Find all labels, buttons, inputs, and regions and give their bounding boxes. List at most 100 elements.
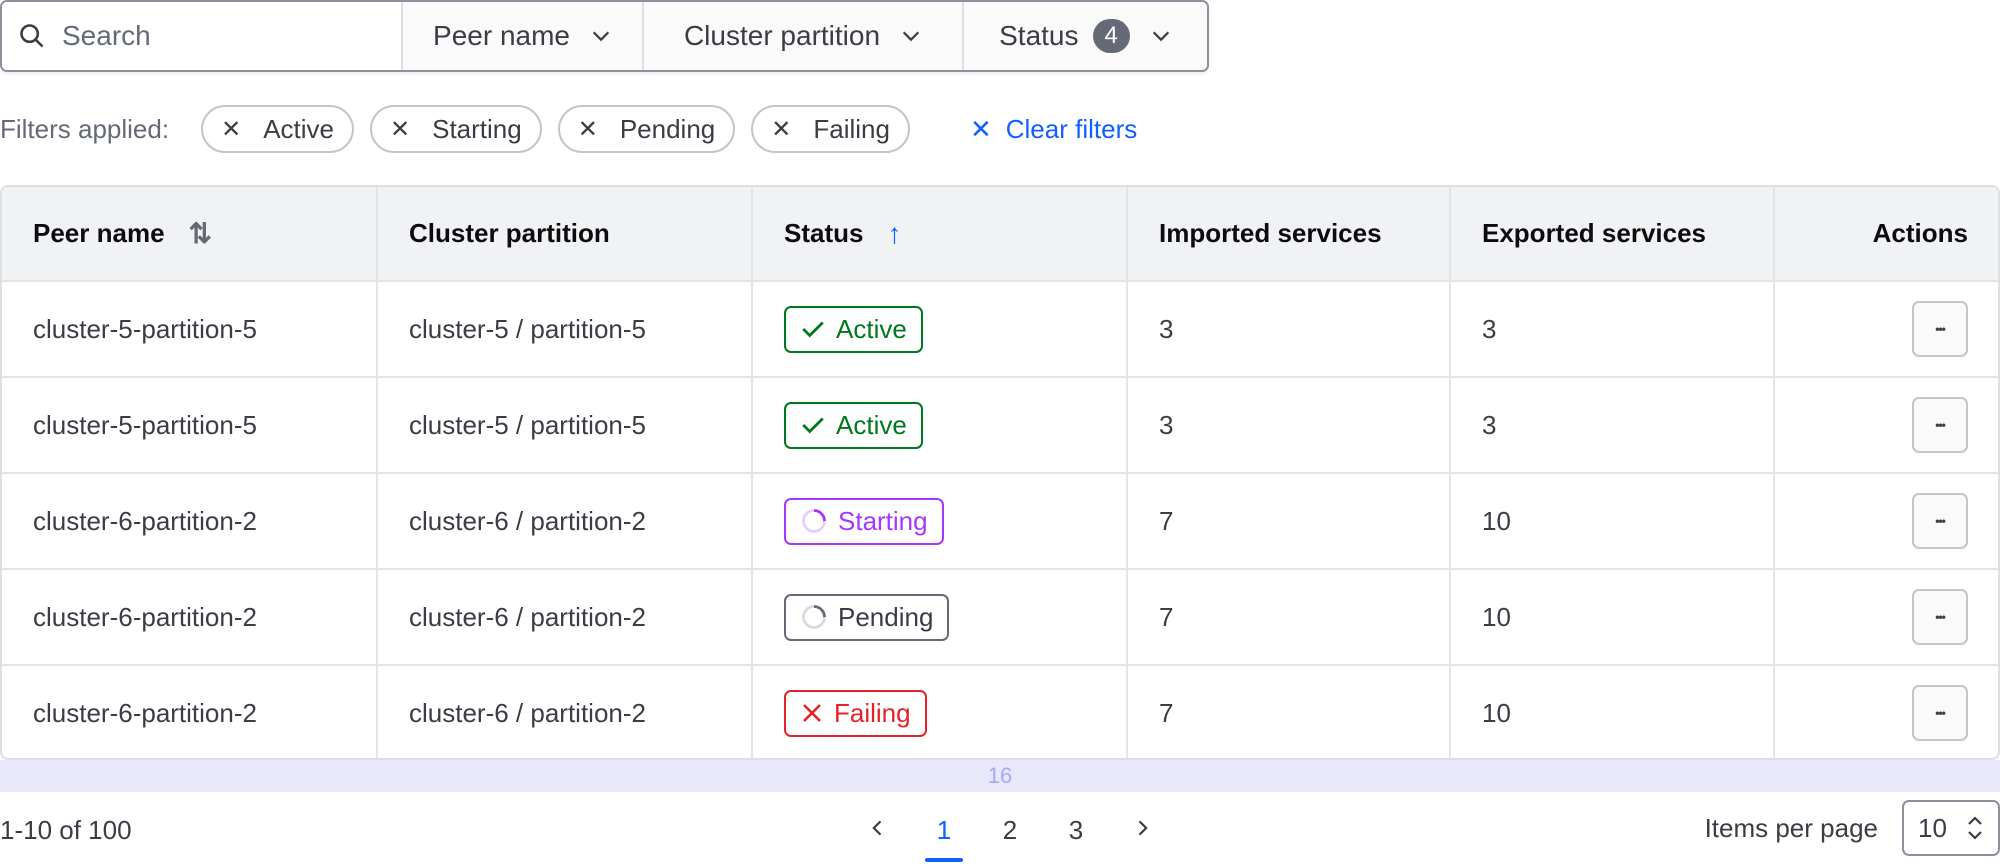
more-icon: ••• <box>1935 610 1946 624</box>
search-input[interactable] <box>62 20 362 52</box>
cell-cluster-partition: cluster-6 / partition-2 <box>378 474 753 568</box>
items-per-page-label: Items per page <box>1704 812 1878 843</box>
cell-imported-services: 7 <box>1128 474 1451 568</box>
filters-applied-label: Filters applied: <box>0 113 170 144</box>
more-actions-button[interactable]: ••• <box>1912 493 1968 549</box>
peer-name-filter-label: Peer name <box>433 20 570 51</box>
table-row: cluster-6-partition-2 cluster-6 / partit… <box>2 664 1998 758</box>
next-page-button[interactable] <box>1109 815 1175 846</box>
previous-page-button[interactable] <box>845 815 911 846</box>
sort-icon[interactable]: ⇅ <box>189 217 212 250</box>
x-icon <box>800 701 824 725</box>
applied-filters: Filters applied: ✕ Active ✕ Starting ✕ Pendin… <box>0 105 1137 153</box>
table-row: cluster-5-partition-5 cluster-5 / partit… <box>2 376 1998 472</box>
cluster-partition-filter-button[interactable]: Cluster partition <box>642 2 962 70</box>
filter-chip-active[interactable]: ✕ Active <box>201 105 354 153</box>
header-imported-services: Imported services <box>1128 187 1451 280</box>
clear-filters-button[interactable]: ✕ Clear filters <box>970 114 1137 145</box>
cell-exported-services: 10 <box>1451 666 1775 758</box>
peers-table: Peer name ⇅ Cluster partition Status ↑ Imp… <box>0 185 2000 760</box>
pagination: 1-10 of 100 123 Items per page 10 <box>0 800 2000 862</box>
header-label: Peer name <box>33 218 165 248</box>
cell-cluster-partition: cluster-5 / partition-5 <box>378 378 753 472</box>
overlay-band: 16 <box>0 760 2000 792</box>
more-actions-button[interactable]: ••• <box>1912 589 1968 645</box>
status-label: Active <box>836 313 907 344</box>
header-peer-name[interactable]: Peer name ⇅ <box>2 187 378 280</box>
cell-imported-services: 7 <box>1128 666 1451 758</box>
cell-actions: ••• <box>1775 378 1998 472</box>
loading-icon <box>800 507 828 535</box>
close-icon[interactable]: ✕ <box>221 115 241 144</box>
status-label: Starting <box>838 505 928 536</box>
filter-chip-label: Active <box>263 113 334 144</box>
table-row: cluster-6-partition-2 cluster-6 / partit… <box>2 472 1998 568</box>
page-button-3[interactable]: 3 <box>1043 815 1109 846</box>
pagination-range: 1-10 of 100 <box>0 815 132 845</box>
cell-peer-name: cluster-5-partition-5 <box>2 282 378 376</box>
page-button-1[interactable]: 1 <box>911 815 977 862</box>
status-filter-button[interactable]: Status 4 <box>962 2 1207 70</box>
filter-chip-label: Starting <box>432 113 522 144</box>
items-per-page-select[interactable]: 10 <box>1902 800 2000 856</box>
header-status[interactable]: Status ↑ <box>753 187 1128 280</box>
filter-chip-starting[interactable]: ✕ Starting <box>370 105 542 153</box>
cell-cluster-partition: cluster-5 / partition-5 <box>378 282 753 376</box>
cell-status: Active <box>753 282 1128 376</box>
cell-peer-name: cluster-6-partition-2 <box>2 666 378 758</box>
more-icon: ••• <box>1935 418 1946 432</box>
filter-chip-label: Failing <box>813 113 890 144</box>
cell-exported-services: 10 <box>1451 570 1775 664</box>
status-badge: Starting <box>784 497 944 545</box>
more-icon: ••• <box>1935 514 1946 528</box>
close-icon[interactable]: ✕ <box>390 115 410 144</box>
header-label: Actions <box>1872 218 1968 248</box>
page-button-2[interactable]: 2 <box>977 815 1043 846</box>
close-icon[interactable]: ✕ <box>578 115 598 144</box>
header-label: Imported services <box>1159 218 1382 248</box>
cell-actions: ••• <box>1775 474 1998 568</box>
search-field[interactable] <box>2 2 401 70</box>
table-row: cluster-5-partition-5 cluster-5 / partit… <box>2 280 1998 376</box>
peer-name-filter-button[interactable]: Peer name <box>401 2 642 70</box>
cell-imported-services: 7 <box>1128 570 1451 664</box>
cluster-partition-filter-label: Cluster partition <box>683 20 881 51</box>
cell-peer-name: cluster-5-partition-5 <box>2 378 378 472</box>
header-label: Cluster partition <box>409 218 610 248</box>
loading-icon <box>800 603 828 631</box>
status-badge: Failing <box>784 689 927 737</box>
cell-actions: ••• <box>1775 666 1998 758</box>
filter-chip-pending[interactable]: ✕ Pending <box>557 105 736 153</box>
cell-cluster-partition: cluster-6 / partition-2 <box>378 666 753 758</box>
cell-exported-services: 3 <box>1451 282 1775 376</box>
cell-actions: ••• <box>1775 570 1998 664</box>
filter-chip-failing[interactable]: ✕ Failing <box>751 105 910 153</box>
filter-bar: Peer name Cluster partition Status 4 <box>0 0 1209 72</box>
chevron-down-icon <box>592 31 610 42</box>
close-icon: ✕ <box>969 113 992 144</box>
cell-status: Pending <box>753 570 1128 664</box>
status-label: Active <box>836 409 907 440</box>
status-label: Failing <box>834 697 911 728</box>
status-label: Pending <box>838 601 934 632</box>
sort-ascending-icon[interactable]: ↑ <box>887 218 901 250</box>
cell-exported-services: 10 <box>1451 474 1775 568</box>
cell-status: Active <box>753 378 1128 472</box>
more-actions-button[interactable]: ••• <box>1912 301 1968 357</box>
cell-imported-services: 3 <box>1128 282 1451 376</box>
header-cluster-partition: Cluster partition <box>378 187 753 280</box>
chevron-right-icon <box>1138 820 1148 835</box>
cell-exported-services: 3 <box>1451 378 1775 472</box>
close-icon[interactable]: ✕ <box>771 115 791 144</box>
check-icon <box>800 316 826 342</box>
chevron-up-down-icon <box>1968 816 1982 840</box>
header-actions: Actions <box>1775 187 1998 280</box>
cell-peer-name: cluster-6-partition-2 <box>2 570 378 664</box>
more-actions-button[interactable]: ••• <box>1912 397 1968 453</box>
table-row: cluster-6-partition-2 cluster-6 / partit… <box>2 568 1998 664</box>
chevron-left-icon <box>872 820 882 835</box>
cell-status: Failing <box>753 666 1128 758</box>
more-actions-button[interactable]: ••• <box>1912 685 1968 741</box>
header-exported-services: Exported services <box>1451 187 1775 280</box>
table-header: Peer name ⇅ Cluster partition Status ↑ Imp… <box>2 187 1998 280</box>
